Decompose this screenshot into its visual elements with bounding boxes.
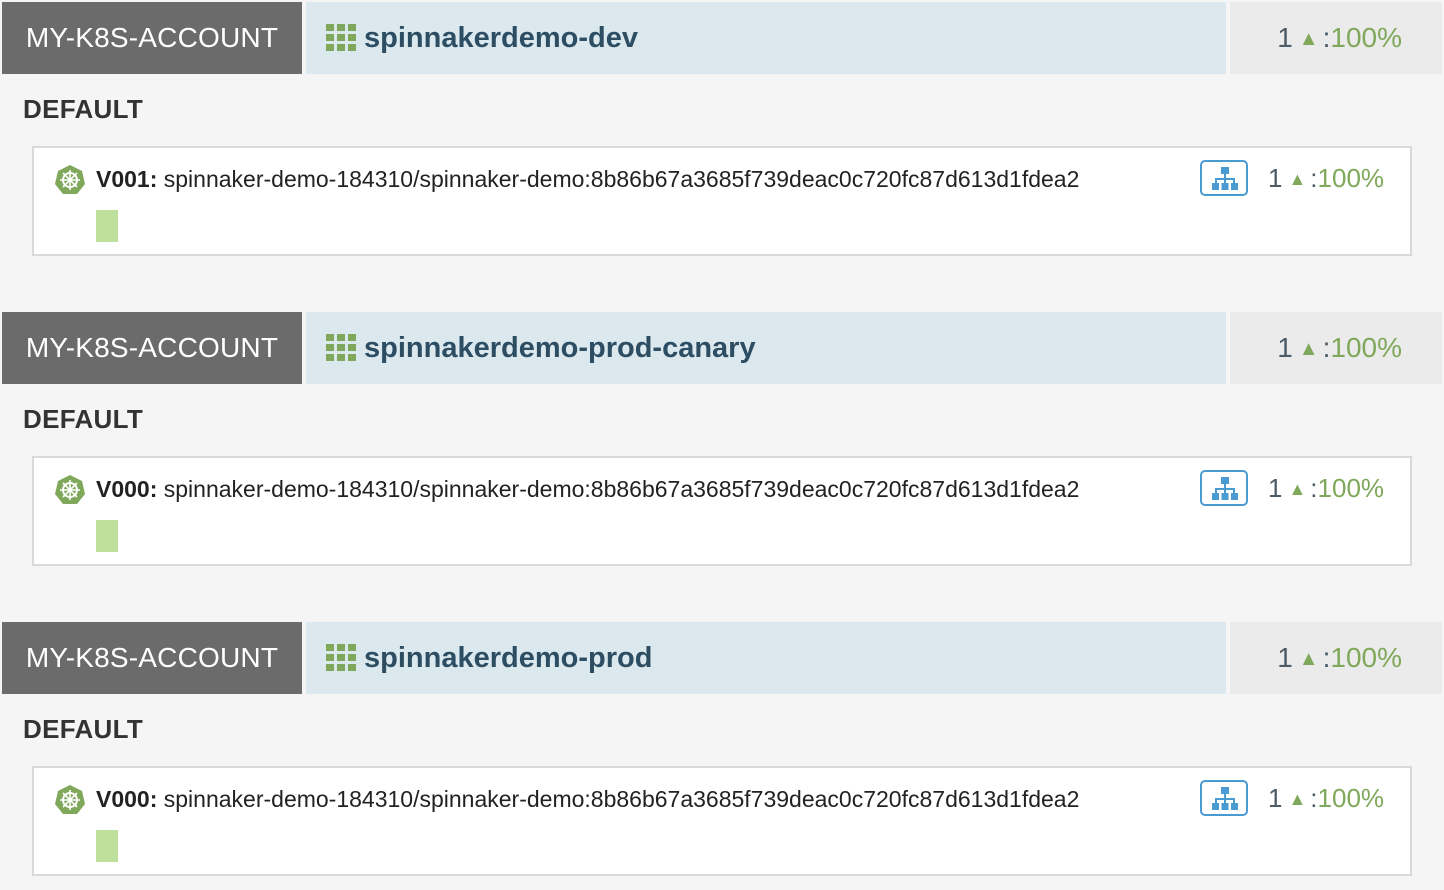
- region-label: DEFAULT: [23, 404, 144, 434]
- kubernetes-helm-icon: [55, 165, 85, 194]
- cluster-health: 1 ▲:100%: [1230, 312, 1442, 384]
- grid-icon: [326, 24, 356, 51]
- cluster-panel: MY-K8S-ACCOUNT spinnakerdemo-prod-canary…: [0, 312, 1444, 572]
- health-separator: :: [1310, 163, 1318, 193]
- health-percent: 100%: [1330, 22, 1402, 53]
- server-group-health: 1 ▲:100%: [1268, 783, 1384, 814]
- server-group[interactable]: V000: spinnaker-demo-184310/spinnaker-de…: [32, 456, 1412, 566]
- cluster-header[interactable]: MY-K8S-ACCOUNT spinnakerdemo-dev 1 ▲:100%: [0, 2, 1444, 74]
- server-group-image: spinnaker-demo-184310/spinnaker-demo:8b8…: [163, 166, 1080, 192]
- triangle-up-icon: ▲: [1288, 789, 1307, 809]
- cluster-name-bar[interactable]: spinnakerdemo-prod: [306, 622, 1226, 694]
- health-percent: 100%: [1317, 473, 1385, 503]
- account-tag[interactable]: MY-K8S-ACCOUNT: [2, 312, 302, 384]
- kubernetes-helm-icon: [55, 475, 85, 504]
- load-balancer-button[interactable]: [1200, 780, 1248, 816]
- health-separator: :: [1310, 783, 1318, 813]
- instance-healthy[interactable]: [96, 520, 118, 552]
- server-group-health: 1 ▲:100%: [1268, 163, 1384, 194]
- health-percent: 100%: [1317, 783, 1385, 813]
- sitemap-icon: [1212, 167, 1238, 190]
- triangle-up-icon: ▲: [1288, 479, 1307, 499]
- server-group-health: 1 ▲:100%: [1268, 473, 1384, 504]
- grid-icon: [326, 644, 356, 671]
- health-percent: 100%: [1317, 163, 1385, 193]
- region-label: DEFAULT: [23, 94, 144, 124]
- load-balancer-button[interactable]: [1200, 470, 1248, 506]
- server-group-title[interactable]: V000: spinnaker-demo-184310/spinnaker-de…: [96, 786, 1079, 813]
- server-group-title[interactable]: V001: spinnaker-demo-184310/spinnaker-de…: [96, 166, 1079, 193]
- server-group-version: V001:: [96, 166, 158, 192]
- cluster-name-bar[interactable]: spinnakerdemo-prod-canary: [306, 312, 1226, 384]
- triangle-up-icon: ▲: [1298, 338, 1319, 360]
- instance-healthy[interactable]: [96, 210, 118, 242]
- server-group-image: spinnaker-demo-184310/spinnaker-demo:8b8…: [163, 786, 1080, 812]
- account-tag[interactable]: MY-K8S-ACCOUNT: [2, 622, 302, 694]
- server-group[interactable]: V001: spinnaker-demo-184310/spinnaker-de…: [32, 146, 1412, 256]
- health-percent: 100%: [1330, 332, 1402, 363]
- triangle-up-icon: ▲: [1288, 169, 1307, 189]
- health-count: 1: [1277, 22, 1293, 53]
- health-count: 1: [1277, 642, 1293, 673]
- cluster-panel: MY-K8S-ACCOUNT spinnakerdemo-prod 1 ▲:100…: [0, 622, 1444, 882]
- server-group[interactable]: V000: spinnaker-demo-184310/spinnaker-de…: [32, 766, 1412, 876]
- cluster-header[interactable]: MY-K8S-ACCOUNT spinnakerdemo-prod-canary…: [0, 312, 1444, 384]
- health-separator: :: [1310, 473, 1318, 503]
- grid-icon: [326, 334, 356, 361]
- kubernetes-helm-icon: [55, 785, 85, 814]
- load-balancer-button[interactable]: [1200, 160, 1248, 196]
- cluster-panel: MY-K8S-ACCOUNT spinnakerdemo-dev 1 ▲:100%…: [0, 2, 1444, 262]
- account-tag[interactable]: MY-K8S-ACCOUNT: [2, 2, 302, 74]
- server-group-title[interactable]: V000: spinnaker-demo-184310/spinnaker-de…: [96, 476, 1079, 503]
- health-count: 1: [1277, 332, 1293, 363]
- cluster-name[interactable]: spinnakerdemo-dev: [364, 2, 638, 74]
- region-label: DEFAULT: [23, 714, 144, 744]
- cluster-name[interactable]: spinnakerdemo-prod: [364, 622, 652, 694]
- cluster-health: 1 ▲:100%: [1230, 2, 1442, 74]
- instance-healthy[interactable]: [96, 830, 118, 862]
- server-group-version: V000:: [96, 476, 158, 502]
- health-count: 1: [1268, 473, 1283, 503]
- cluster-health: 1 ▲:100%: [1230, 622, 1442, 694]
- triangle-up-icon: ▲: [1298, 28, 1319, 50]
- cluster-name-bar[interactable]: spinnakerdemo-dev: [306, 2, 1226, 74]
- sitemap-icon: [1212, 787, 1238, 810]
- server-group-version: V000:: [96, 786, 158, 812]
- cluster-header[interactable]: MY-K8S-ACCOUNT spinnakerdemo-prod 1 ▲:100…: [0, 622, 1444, 694]
- health-count: 1: [1268, 163, 1283, 193]
- sitemap-icon: [1212, 477, 1238, 500]
- server-group-image: spinnaker-demo-184310/spinnaker-demo:8b8…: [163, 476, 1080, 502]
- triangle-up-icon: ▲: [1298, 648, 1319, 670]
- health-count: 1: [1268, 783, 1283, 813]
- cluster-name[interactable]: spinnakerdemo-prod-canary: [364, 312, 756, 384]
- health-percent: 100%: [1330, 642, 1402, 673]
